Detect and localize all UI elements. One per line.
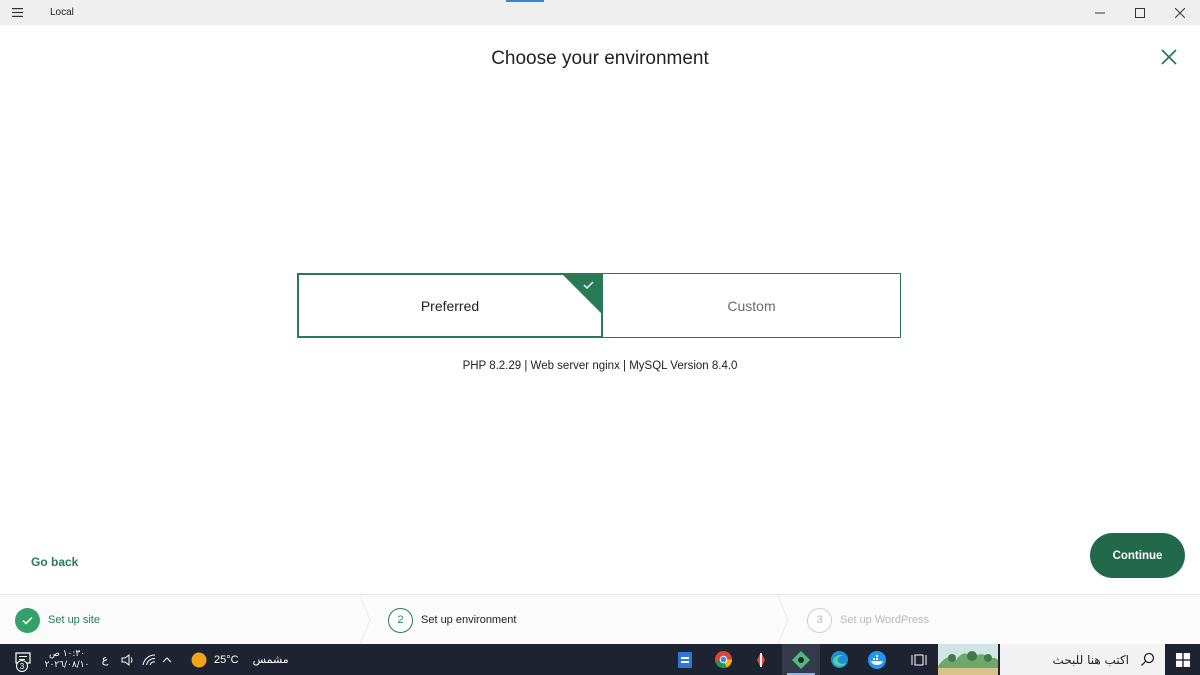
- title-bar: Local: [0, 0, 1200, 25]
- volume-icon[interactable]: [118, 644, 138, 675]
- search-placeholder: اكتب هنا للبحث: [1052, 652, 1129, 667]
- pinned-app-icon[interactable]: [744, 644, 778, 675]
- step-label: Set up site: [48, 614, 100, 626]
- weather-temp: 25°C: [214, 653, 239, 666]
- language-indicator[interactable]: ع: [96, 644, 114, 675]
- step-done-check-icon: [15, 607, 40, 633]
- step-label: Set up environment: [421, 614, 517, 626]
- step-set-up-wordpress: 3 Set up WordPress: [807, 595, 929, 645]
- step-separator-icon: [777, 595, 789, 645]
- notification-icon[interactable]: 3: [8, 644, 38, 675]
- step-set-up-site: Set up site: [15, 595, 100, 645]
- local-app-icon[interactable]: [782, 644, 820, 675]
- option-custom-label: Custom: [727, 297, 776, 314]
- chevron-up-icon[interactable]: [158, 644, 176, 675]
- continue-button[interactable]: Continue: [1090, 533, 1185, 578]
- option-preferred[interactable]: Preferred: [297, 273, 603, 338]
- page-title: Choose your environment: [491, 48, 709, 69]
- window-controls: [1080, 0, 1200, 25]
- hamburger-menu-icon[interactable]: [0, 0, 34, 25]
- docker-icon[interactable]: [860, 644, 894, 675]
- step-number: 2: [388, 607, 413, 633]
- windows-start-icon[interactable]: [1165, 644, 1200, 675]
- go-back-link[interactable]: Go back: [31, 555, 78, 569]
- option-custom[interactable]: Custom: [603, 273, 901, 338]
- minimize-icon[interactable]: [1080, 0, 1120, 25]
- maximize-icon[interactable]: [1120, 0, 1160, 25]
- weather-text: مشمس: [252, 653, 289, 666]
- file-app-icon[interactable]: [668, 644, 702, 675]
- step-set-up-environment: 2 Set up environment: [388, 595, 516, 645]
- notification-count: 3: [16, 660, 28, 672]
- clock-time: ١٠:٣٠ ص: [48, 648, 86, 659]
- option-preferred-label: Preferred: [420, 297, 480, 314]
- clock[interactable]: ١٠:٣٠ ص ٢٠٢٦/٠٨/١٠: [40, 644, 94, 675]
- environment-info: PHP 8.2.29 | Web server nginx | MySQL Ve…: [462, 360, 738, 372]
- search-highlight-image[interactable]: [938, 644, 998, 675]
- window-title: Local: [50, 7, 74, 18]
- search-icon: [1141, 652, 1155, 666]
- step-separator-icon: [359, 595, 371, 645]
- window-close-icon[interactable]: [1160, 0, 1200, 25]
- chrome-icon[interactable]: [706, 644, 740, 675]
- clock-date: ٢٠٢٦/٠٨/١٠: [44, 659, 90, 670]
- edge-icon[interactable]: [822, 644, 856, 675]
- close-icon[interactable]: [1158, 46, 1180, 68]
- step-label: Set up WordPress: [840, 614, 930, 626]
- title-accent: [506, 0, 544, 2]
- sun-icon: [191, 652, 207, 667]
- task-view-icon[interactable]: [904, 644, 934, 675]
- progress-steps: Set up site 2 Set up environment 3 Set u…: [0, 594, 1200, 645]
- selected-check-icon: [562, 275, 601, 314]
- wifi-icon[interactable]: [140, 644, 158, 675]
- environment-toggle: Preferred Custom: [297, 273, 901, 338]
- weather-widget[interactable]: 25°C مشمس: [190, 644, 290, 675]
- taskbar-search-input[interactable]: اكتب هنا للبحث: [1000, 644, 1165, 675]
- taskbar: 3 ١٠:٣٠ ص ٢٠٢٦/٠٨/١٠ ع 25°C مشمس اكتب هن…: [0, 644, 1200, 675]
- step-number: 3: [807, 607, 832, 633]
